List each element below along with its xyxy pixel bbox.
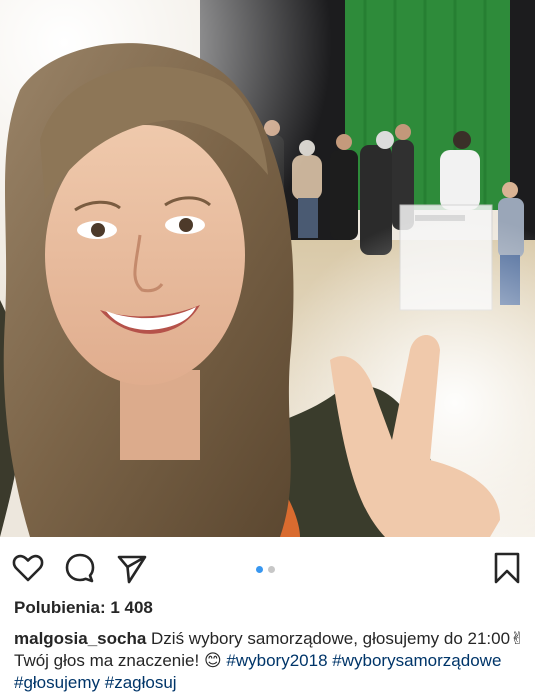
carousel-dot-active <box>256 566 263 573</box>
carousel-dot <box>268 566 275 573</box>
caption-username[interactable]: malgosia_socha <box>14 629 146 648</box>
caption-text-2: Twój głos ma znaczenie! <box>14 651 200 670</box>
smile-emoji: 😊 <box>203 651 222 670</box>
hashtag-link[interactable]: #zagłosuj <box>105 673 177 692</box>
victory-emoji: ✌ <box>510 629 525 648</box>
post-caption: malgosia_socha Dziś wybory samorządowe, … <box>14 628 526 694</box>
post-action-bar <box>0 537 535 599</box>
post-photo-illustration <box>0 0 535 537</box>
bookmark-icon[interactable] <box>490 551 524 585</box>
hashtag-link[interactable]: #wybory2018 <box>226 651 327 670</box>
carousel-indicator <box>256 566 280 574</box>
caption-text-1: Dziś wybory samorządowe, głosujemy do 21… <box>151 629 511 648</box>
hashtag-link[interactable]: #głosujemy <box>14 673 100 692</box>
hashtag-link[interactable]: #wyborysamorządowe <box>332 651 501 670</box>
likes-count[interactable]: Polubienia: 1 408 <box>14 598 153 618</box>
heart-icon[interactable] <box>11 551 45 585</box>
comment-icon[interactable] <box>63 551 97 585</box>
share-icon[interactable] <box>115 551 149 585</box>
post-photo[interactable] <box>0 0 535 537</box>
